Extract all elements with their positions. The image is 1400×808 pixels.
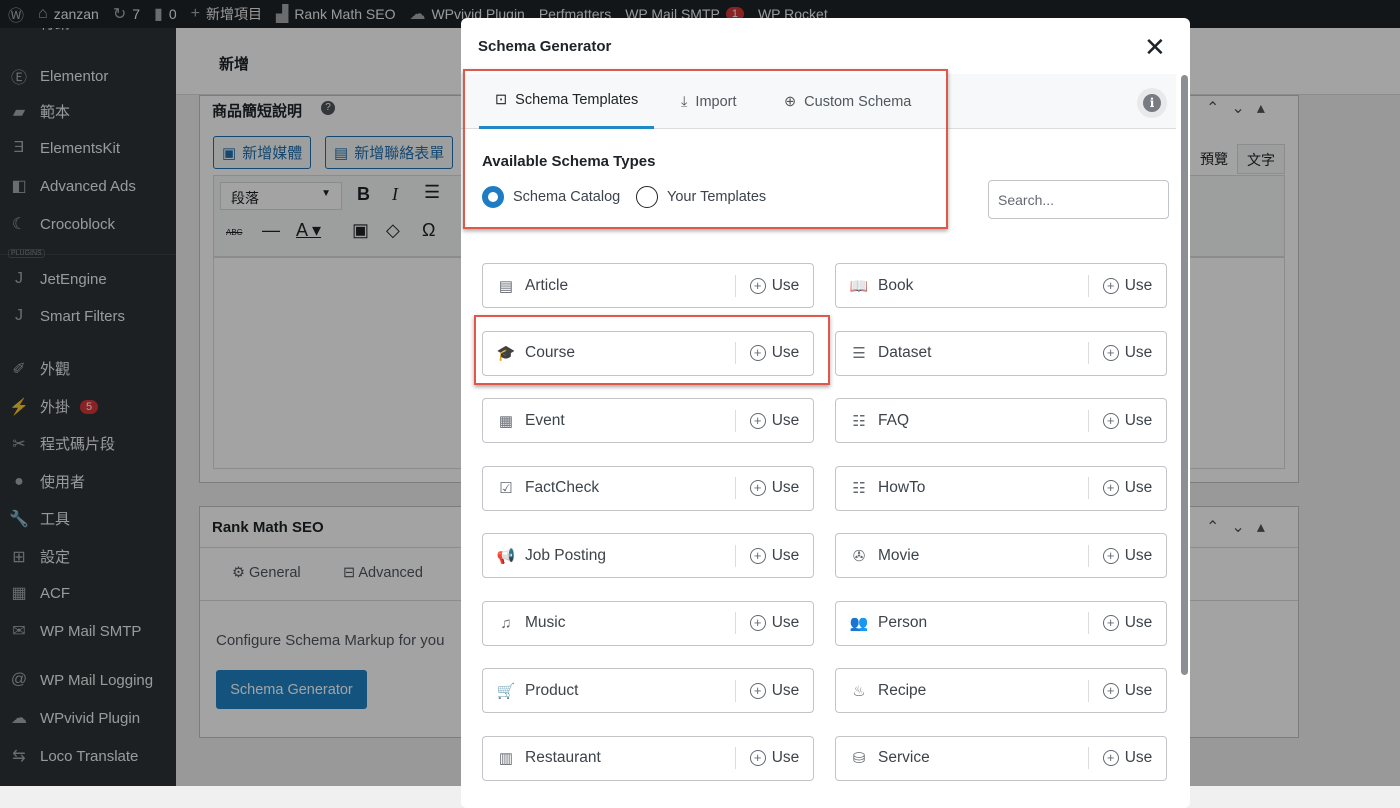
schema-name: Person <box>878 614 928 631</box>
use-label: Use <box>1124 411 1153 429</box>
plus-circle-icon: + <box>1102 480 1119 496</box>
schema-name: Job Posting <box>525 546 606 564</box>
use-button[interactable]: + Use <box>1089 614 1166 632</box>
use-button[interactable]: + Use <box>1089 547 1166 565</box>
info-icon: i <box>1143 94 1161 112</box>
schema-name: FAQ <box>878 411 910 429</box>
use-label: Use <box>1124 276 1153 294</box>
plus-circle-icon: + <box>749 277 766 294</box>
schema-name: Restaurant <box>525 749 601 766</box>
schema-name: Movie <box>878 546 920 564</box>
plus-circle-icon: + <box>749 682 766 699</box>
film-icon: ✇ <box>852 547 866 565</box>
schema-card-restaurant: ▥ Restaurant + Use <box>482 735 814 781</box>
calendar-icon: ▦ <box>498 412 514 430</box>
use-button[interactable]: + Use <box>1089 344 1166 362</box>
use-label: Use <box>1124 614 1153 631</box>
schema-card-recipe: ♨ Recipe + Use <box>835 668 1167 713</box>
schema-card-person: 👥 Person + Use <box>835 600 1167 646</box>
search-input[interactable]: Search... <box>988 180 1169 219</box>
use-button[interactable]: + Use <box>1089 682 1166 700</box>
schema-name: Article <box>525 276 569 294</box>
use-label: Use <box>1124 546 1153 564</box>
music-icon: ♫ <box>500 614 512 632</box>
use-button[interactable]: + Use <box>736 749 813 767</box>
schema-name: Dataset <box>878 344 932 361</box>
schema-card-book: 📖 Book + Use <box>835 263 1167 308</box>
list-icon: ☷ <box>852 412 866 430</box>
schema-card-event: ▦ Event + Use <box>482 398 814 443</box>
scrollbar[interactable] <box>1181 75 1188 675</box>
use-button[interactable]: + Use <box>736 614 813 632</box>
schema-card-product: 🛒 Product + Use <box>482 668 814 713</box>
use-label: Use <box>771 546 800 564</box>
article-icon: ▤ <box>498 277 514 295</box>
modal-title: Schema Generator <box>478 38 612 55</box>
use-button[interactable]: + Use <box>1089 277 1166 295</box>
plus-circle-icon: + <box>1102 615 1119 631</box>
plus-circle-icon: + <box>1102 277 1119 294</box>
use-label: Use <box>1124 479 1153 496</box>
schema-card-article: ▤ Article + Use <box>482 263 814 308</box>
close-icon[interactable]: ✕ <box>1144 32 1166 63</box>
plus-circle-icon: + <box>1102 547 1119 564</box>
megaphone-icon: 📢 <box>496 547 516 565</box>
use-button[interactable]: + Use <box>736 479 813 497</box>
use-button[interactable]: + Use <box>1089 412 1166 430</box>
use-button[interactable]: + Use <box>736 412 813 430</box>
use-label: Use <box>771 749 800 766</box>
plus-circle-icon: + <box>749 480 766 496</box>
service-icon: ⛁ <box>852 750 866 767</box>
schema-name: HowTo <box>878 479 926 496</box>
schema-card-factcheck: ☑ FactCheck + Use <box>482 465 814 511</box>
plus-circle-icon: + <box>749 750 766 766</box>
schema-name: Product <box>525 681 579 699</box>
schema-card-movie: ✇ Movie + Use <box>835 533 1167 578</box>
plus-circle-icon: + <box>749 412 766 429</box>
use-label: Use <box>1124 749 1153 766</box>
use-button[interactable]: + Use <box>1089 749 1166 767</box>
use-button[interactable]: + Use <box>736 277 813 295</box>
check-comment-icon: ☑ <box>499 480 513 497</box>
store-icon: ▥ <box>498 750 514 767</box>
schema-card-faq: ☷ FAQ + Use <box>835 398 1167 443</box>
schema-card-dataset: ☰ Dataset + Use <box>835 330 1167 376</box>
plus-circle-icon: + <box>749 547 766 564</box>
schema-name: Recipe <box>878 681 927 699</box>
info-button[interactable]: i <box>1137 88 1167 118</box>
schema-name: Music <box>525 614 566 631</box>
use-label: Use <box>771 614 800 631</box>
plus-circle-icon: + <box>1102 750 1119 766</box>
plus-circle-icon: + <box>749 615 766 631</box>
schema-name: FactCheck <box>525 479 600 496</box>
use-label: Use <box>771 681 800 699</box>
plus-circle-icon: + <box>1102 682 1119 699</box>
use-label: Use <box>771 411 800 429</box>
use-label: Use <box>771 479 800 496</box>
schema-card-service: ⛁ Service + Use <box>835 735 1167 781</box>
schema-name: Event <box>525 411 565 429</box>
database-icon: ☰ <box>852 345 866 362</box>
schema-card-howto: ☷ HowTo + Use <box>835 465 1167 511</box>
cart-icon: 🛒 <box>496 682 516 700</box>
book-icon: 📖 <box>849 277 869 295</box>
use-label: Use <box>1124 681 1153 699</box>
schema-card-music: ♫ Music + Use <box>482 600 814 646</box>
highlight-box <box>463 69 948 229</box>
use-button[interactable]: + Use <box>736 547 813 565</box>
use-button[interactable]: + Use <box>1089 479 1166 497</box>
highlight-box <box>474 315 830 385</box>
chef-hat-icon: ♨ <box>852 682 866 700</box>
list-icon: ☷ <box>852 480 866 497</box>
schema-name: Book <box>878 276 914 294</box>
schema-generator-modal: Schema Generator ✕ ⊡ Schema Templates ⤓ Im… <box>461 18 1190 808</box>
use-label: Use <box>771 276 800 294</box>
schema-name: Service <box>878 749 930 766</box>
plus-circle-icon: + <box>1102 412 1119 429</box>
use-label: Use <box>1124 344 1153 361</box>
plus-circle-icon: + <box>1102 345 1119 361</box>
schema-card-job-posting: 📢 Job Posting + Use <box>482 533 814 578</box>
use-button[interactable]: + Use <box>736 682 813 700</box>
people-icon: 👥 <box>849 615 869 632</box>
